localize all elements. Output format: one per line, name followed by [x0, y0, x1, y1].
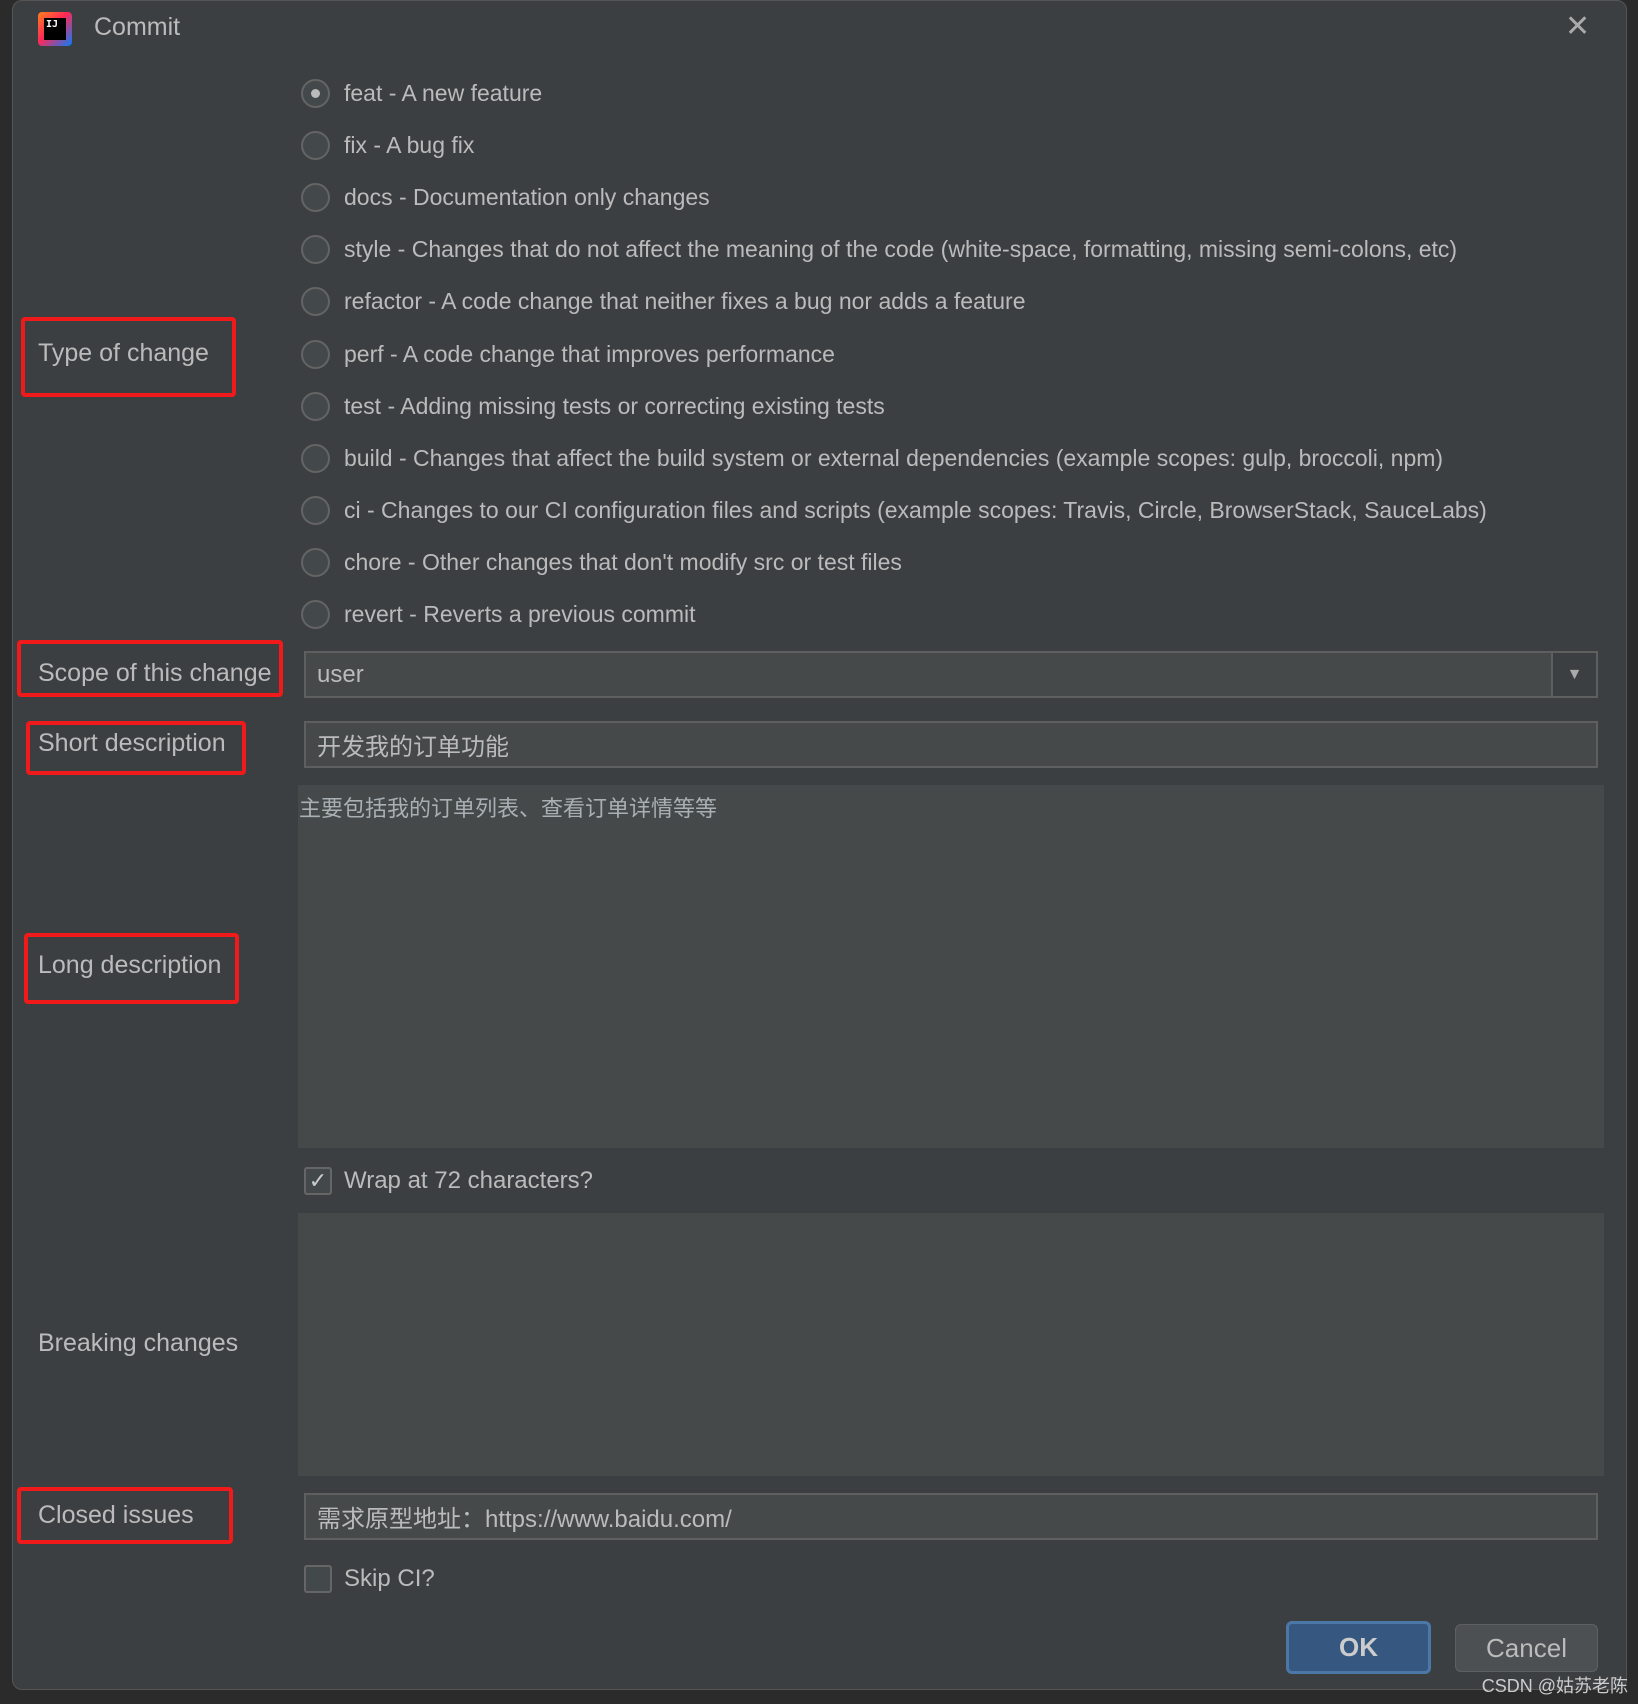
radio-label: revert - Reverts a previous commit [344, 601, 696, 627]
highlight-box [21, 317, 236, 397]
dialog-title: Commit [94, 13, 181, 41]
radio-label: perf - A code change that improves perfo… [344, 340, 835, 367]
type-radio-feat[interactable]: feat - A new feature [301, 79, 542, 108]
radio-label: docs - Documentation only changes [344, 184, 710, 211]
scope-combobox[interactable]: user ▼ [304, 651, 1598, 698]
radio-label: ci - Changes to our CI configuration fil… [344, 496, 1487, 523]
cancel-button[interactable]: Cancel [1455, 1624, 1598, 1672]
radio-button[interactable] [301, 287, 330, 317]
checkbox-box [304, 1565, 332, 1593]
type-radio-build[interactable]: build - Changes that affect the build sy… [301, 443, 1444, 473]
radio-label: refactor - A code change that neither fi… [344, 288, 1026, 315]
radio-button[interactable] [301, 600, 330, 629]
breaking-changes-textarea[interactable] [298, 1213, 1604, 1476]
type-radio-ci[interactable]: ci - Changes to our CI configuration fil… [301, 495, 1487, 525]
radio-button[interactable] [301, 547, 330, 577]
intellij-logo-icon: IJ [38, 12, 72, 46]
ok-button[interactable]: OK [1286, 1621, 1431, 1674]
breaking-changes-label: Breaking changes [38, 1329, 239, 1357]
wrap-label: Wrap at 72 characters? [344, 1167, 594, 1194]
radio-button[interactable] [301, 79, 330, 108]
skip-ci-checkbox[interactable]: Skip CI? [304, 1565, 435, 1593]
type-radio-perf[interactable]: perf - A code change that improves perfo… [301, 339, 835, 369]
type-radio-fix[interactable]: fix - A bug fix [301, 131, 475, 161]
closed-issues-input[interactable]: 需求原型地址：https://www.baidu.com/ [304, 1493, 1598, 1540]
radio-label: chore - Other changes that don't modify … [344, 548, 902, 575]
radio-button[interactable] [301, 495, 330, 525]
radio-button[interactable] [301, 131, 330, 161]
type-radio-chore[interactable]: chore - Other changes that don't modify … [301, 547, 902, 577]
highlight-box [17, 640, 283, 697]
radio-label: fix - A bug fix [344, 132, 475, 159]
highlight-box [17, 1487, 233, 1544]
type-radio-refactor[interactable]: refactor - A code change that neither fi… [301, 287, 1026, 317]
commit-dialog: IJ Commit ✕ Type of change feat - A new … [12, 0, 1627, 1690]
highlight-box [24, 933, 239, 1004]
radio-label: build - Changes that affect the build sy… [344, 444, 1444, 471]
radio-button[interactable] [301, 235, 330, 265]
radio-label: test - Adding missing tests or correctin… [344, 392, 885, 419]
radio-label: feat - A new feature [344, 80, 543, 106]
highlight-box [26, 721, 246, 775]
radio-button[interactable] [301, 391, 330, 421]
radio-button[interactable] [301, 339, 330, 369]
wrap-checkbox[interactable]: ✓ Wrap at 72 characters? [304, 1167, 593, 1195]
short-description-input[interactable]: 开发我的订单功能 [304, 721, 1598, 768]
scope-value: user [317, 660, 364, 688]
type-radio-style[interactable]: style - Changes that do not affect the m… [301, 235, 1458, 265]
watermark: CSDN @姑苏老陈 [1481, 1676, 1628, 1696]
radio-button[interactable] [301, 443, 330, 473]
type-radio-test[interactable]: test - Adding missing tests or correctin… [301, 391, 885, 421]
skip-ci-label: Skip CI? [344, 1565, 435, 1592]
chevron-down-icon[interactable]: ▼ [1551, 653, 1596, 696]
close-icon[interactable]: ✕ [1565, 9, 1590, 44]
radio-label: style - Changes that do not affect the m… [344, 236, 1458, 263]
long-description-textarea[interactable]: 主要包括我的订单列表、查看订单详情等等 [298, 785, 1604, 1148]
radio-button[interactable] [301, 183, 330, 213]
type-radio-docs[interactable]: docs - Documentation only changes [301, 183, 710, 213]
type-radio-revert[interactable]: revert - Reverts a previous commit [301, 600, 695, 629]
checkmark-icon: ✓ [304, 1167, 332, 1195]
